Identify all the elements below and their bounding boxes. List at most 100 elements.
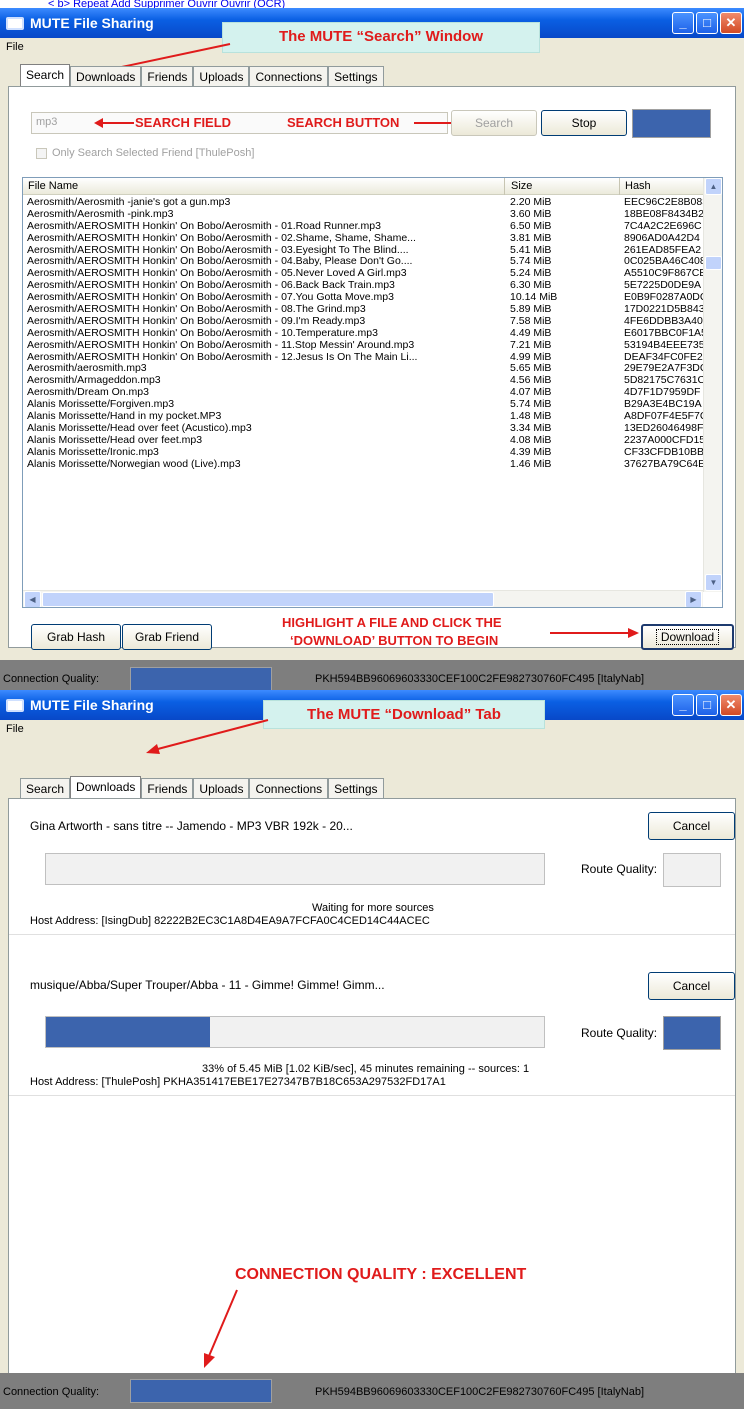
column-header-file-name[interactable]: File Name xyxy=(28,180,78,192)
table-header: File Name Size Hash xyxy=(23,178,703,195)
menu-file[interactable]: File xyxy=(6,41,24,53)
table-row[interactable]: Aerosmith/AEROSMITH Honkin' On Bobo/Aero… xyxy=(23,315,703,327)
column-header-size[interactable]: Size xyxy=(511,180,532,192)
table-row[interactable]: Alanis Morissette/Hand in my pocket.MP3 1… xyxy=(23,410,703,422)
hash-cell: A8DF07F4E5F7C xyxy=(624,410,703,423)
scroll-down-icon[interactable]: ▼ xyxy=(705,574,722,591)
download-item-name: musique/Abba/Super Trouper/Abba - 11 - G… xyxy=(30,978,385,992)
file-name-cell: Aerosmith/Aerosmith -janie's got a gun.m… xyxy=(27,196,231,208)
connection-quality-label: Connection Quality: xyxy=(3,1386,99,1398)
size-cell: 5.41 MiB xyxy=(510,243,552,256)
minimize-icon[interactable]: _ xyxy=(672,12,694,34)
horizontal-scrollbar[interactable]: ◀ ▶ xyxy=(23,590,703,607)
table-row[interactable]: Aerosmith/Dream On.mp3 4.07 MiB 4D7F1D7959… xyxy=(23,386,703,398)
browser-link-strip[interactable]: < b> Repeat Add Supprimer Ouvrir Ouvrir … xyxy=(0,0,744,8)
table-row[interactable]: Aerosmith/AEROSMITH Honkin' On Bobo/Aero… xyxy=(23,279,703,291)
tab-settings[interactable]: Settings xyxy=(328,778,384,798)
connection-quality-label: Connection Quality: xyxy=(3,673,99,685)
table-row[interactable]: Aerosmith/AEROSMITH Honkin' On Bobo/Aero… xyxy=(23,351,703,363)
table-row[interactable]: Aerosmith/AEROSMITH Honkin' On Bobo/Aero… xyxy=(23,255,703,267)
table-row[interactable]: Alanis Morissette/Head over feet.mp3 4.08… xyxy=(23,434,703,446)
table-row[interactable]: Aerosmith/aerosmith.mp3 5.65 MiB 29E79E2A7… xyxy=(23,362,703,374)
vertical-scrollbar[interactable]: ▲ ▼ xyxy=(703,178,722,592)
tab-uploads[interactable]: Uploads xyxy=(193,778,250,798)
vertical-scroll-thumb[interactable] xyxy=(705,256,722,270)
search-window-callout: The MUTE “Search” Window xyxy=(222,22,540,53)
table-row[interactable]: Alanis Morissette/Ironic.mp3 4.39 MiB CF33… xyxy=(23,446,703,458)
search-button[interactable]: Search xyxy=(451,110,537,136)
grab-hash-button[interactable]: Grab Hash xyxy=(31,624,121,650)
scroll-right-icon[interactable]: ▶ xyxy=(685,591,702,607)
tab-friends[interactable]: Friends xyxy=(141,66,194,86)
size-cell: 3.34 MiB xyxy=(510,421,552,434)
size-cell: 2.20 MiB xyxy=(510,196,552,208)
column-header-hash[interactable]: Hash xyxy=(625,180,651,192)
window-title: MUTE File Sharing xyxy=(30,697,154,713)
stop-button[interactable]: Stop xyxy=(541,110,627,136)
table-row[interactable]: Aerosmith/Aerosmith -janie's got a gun.m… xyxy=(23,196,703,208)
file-name-cell: Aerosmith/Aerosmith -pink.mp3 xyxy=(27,207,174,220)
file-name-cell: Aerosmith/aerosmith.mp3 xyxy=(27,362,147,375)
size-cell: 6.30 MiB xyxy=(510,279,552,292)
table-row[interactable]: Aerosmith/AEROSMITH Honkin' On Bobo/Aero… xyxy=(23,220,703,232)
file-name-cell: Alanis Morissette/Norwegian wood (Live).… xyxy=(27,457,241,470)
download-arrow xyxy=(550,628,639,638)
tab-search[interactable]: Search xyxy=(20,64,71,86)
hash-cell: B29A3E4BC19A xyxy=(624,398,702,411)
table-row[interactable]: Alanis Morissette/Forgiven.mp3 5.74 MiB B2… xyxy=(23,398,703,410)
download-progress-fill xyxy=(46,1017,211,1047)
only-friend-checkbox[interactable] xyxy=(36,148,47,159)
table-row[interactable]: Aerosmith/Aerosmith -pink.mp3 3.60 MiB 18B… xyxy=(23,208,703,220)
tab-connections[interactable]: Connections xyxy=(249,66,329,86)
tab-downloads[interactable]: Downloads xyxy=(70,776,142,798)
cancel-button[interactable]: Cancel xyxy=(648,972,735,1000)
size-cell: 1.48 MiB xyxy=(510,410,552,423)
table-row[interactable]: Aerosmith/Armageddon.mp3 4.56 MiB 5D82175C… xyxy=(23,374,703,386)
tab-uploads[interactable]: Uploads xyxy=(193,66,250,86)
download-button-label: Download xyxy=(655,629,720,645)
maximize-icon[interactable]: □ xyxy=(696,12,718,34)
search-activity-indicator xyxy=(632,109,711,138)
maximize-icon[interactable]: □ xyxy=(696,694,718,716)
table-row[interactable]: Aerosmith/AEROSMITH Honkin' On Bobo/Aero… xyxy=(23,339,703,351)
scroll-up-icon[interactable]: ▲ xyxy=(705,178,722,195)
menu-file[interactable]: File xyxy=(6,723,24,735)
tab-search[interactable]: Search xyxy=(20,778,71,798)
horizontal-scroll-thumb[interactable] xyxy=(42,592,494,607)
close-icon[interactable]: ✕ xyxy=(720,12,742,34)
table-row[interactable]: Aerosmith/AEROSMITH Honkin' On Bobo/Aero… xyxy=(23,267,703,279)
table-row[interactable]: Alanis Morissette/Norwegian wood (Live).… xyxy=(23,458,703,470)
table-row[interactable]: Aerosmith/AEROSMITH Honkin' On Bobo/Aero… xyxy=(23,244,703,256)
download-button[interactable]: Download xyxy=(641,624,734,650)
size-cell: 5.24 MiB xyxy=(510,267,552,280)
tab-settings[interactable]: Settings xyxy=(328,66,384,86)
download-status: Waiting for more sources xyxy=(312,902,434,914)
tab-downloads[interactable]: Downloads xyxy=(70,66,142,86)
table-row[interactable]: Aerosmith/AEROSMITH Honkin' On Bobo/Aero… xyxy=(23,232,703,244)
scroll-left-icon[interactable]: ◀ xyxy=(24,591,41,607)
table-row[interactable]: Aerosmith/AEROSMITH Honkin' On Bobo/Aero… xyxy=(23,291,703,303)
node-id-text: PKH594BB96069603330CEF100C2FE982730760FC… xyxy=(315,1386,645,1398)
download-tab-callout: The MUTE “Download” Tab xyxy=(263,700,545,729)
size-cell: 7.58 MiB xyxy=(510,314,552,327)
minimize-icon[interactable]: _ xyxy=(672,694,694,716)
size-cell: 5.74 MiB xyxy=(510,255,552,268)
file-name-cell: Aerosmith/AEROSMITH Honkin' On Bobo/Aero… xyxy=(27,350,418,363)
cancel-button[interactable]: Cancel xyxy=(648,812,735,840)
hash-cell: 4D7F1D7959DF xyxy=(624,386,701,399)
file-name-cell: Aerosmith/AEROSMITH Honkin' On Bobo/Aero… xyxy=(27,219,381,232)
grab-friend-button[interactable]: Grab Friend xyxy=(122,624,212,650)
table-row[interactable]: Aerosmith/AEROSMITH Honkin' On Bobo/Aero… xyxy=(23,303,703,315)
size-cell: 5.65 MiB xyxy=(510,362,552,375)
close-icon[interactable]: ✕ xyxy=(720,694,742,716)
route-quality-label: Route Quality: xyxy=(581,1026,658,1040)
hash-cell: 5D82175C7631C xyxy=(624,374,703,387)
divider xyxy=(9,934,735,935)
tab-friends[interactable]: Friends xyxy=(141,778,194,798)
tab-strip: Search Downloads Friends Uploads Connect… xyxy=(20,64,384,86)
tab-connections[interactable]: Connections xyxy=(249,778,329,798)
host-address: Host Address: [IsingDub] 82222B2EC3C1A8D… xyxy=(30,915,430,927)
table-row[interactable]: Aerosmith/AEROSMITH Honkin' On Bobo/Aero… xyxy=(23,327,703,339)
size-cell: 4.07 MiB xyxy=(510,386,552,399)
table-row[interactable]: Alanis Morissette/Head over feet (Acusti… xyxy=(23,422,703,434)
